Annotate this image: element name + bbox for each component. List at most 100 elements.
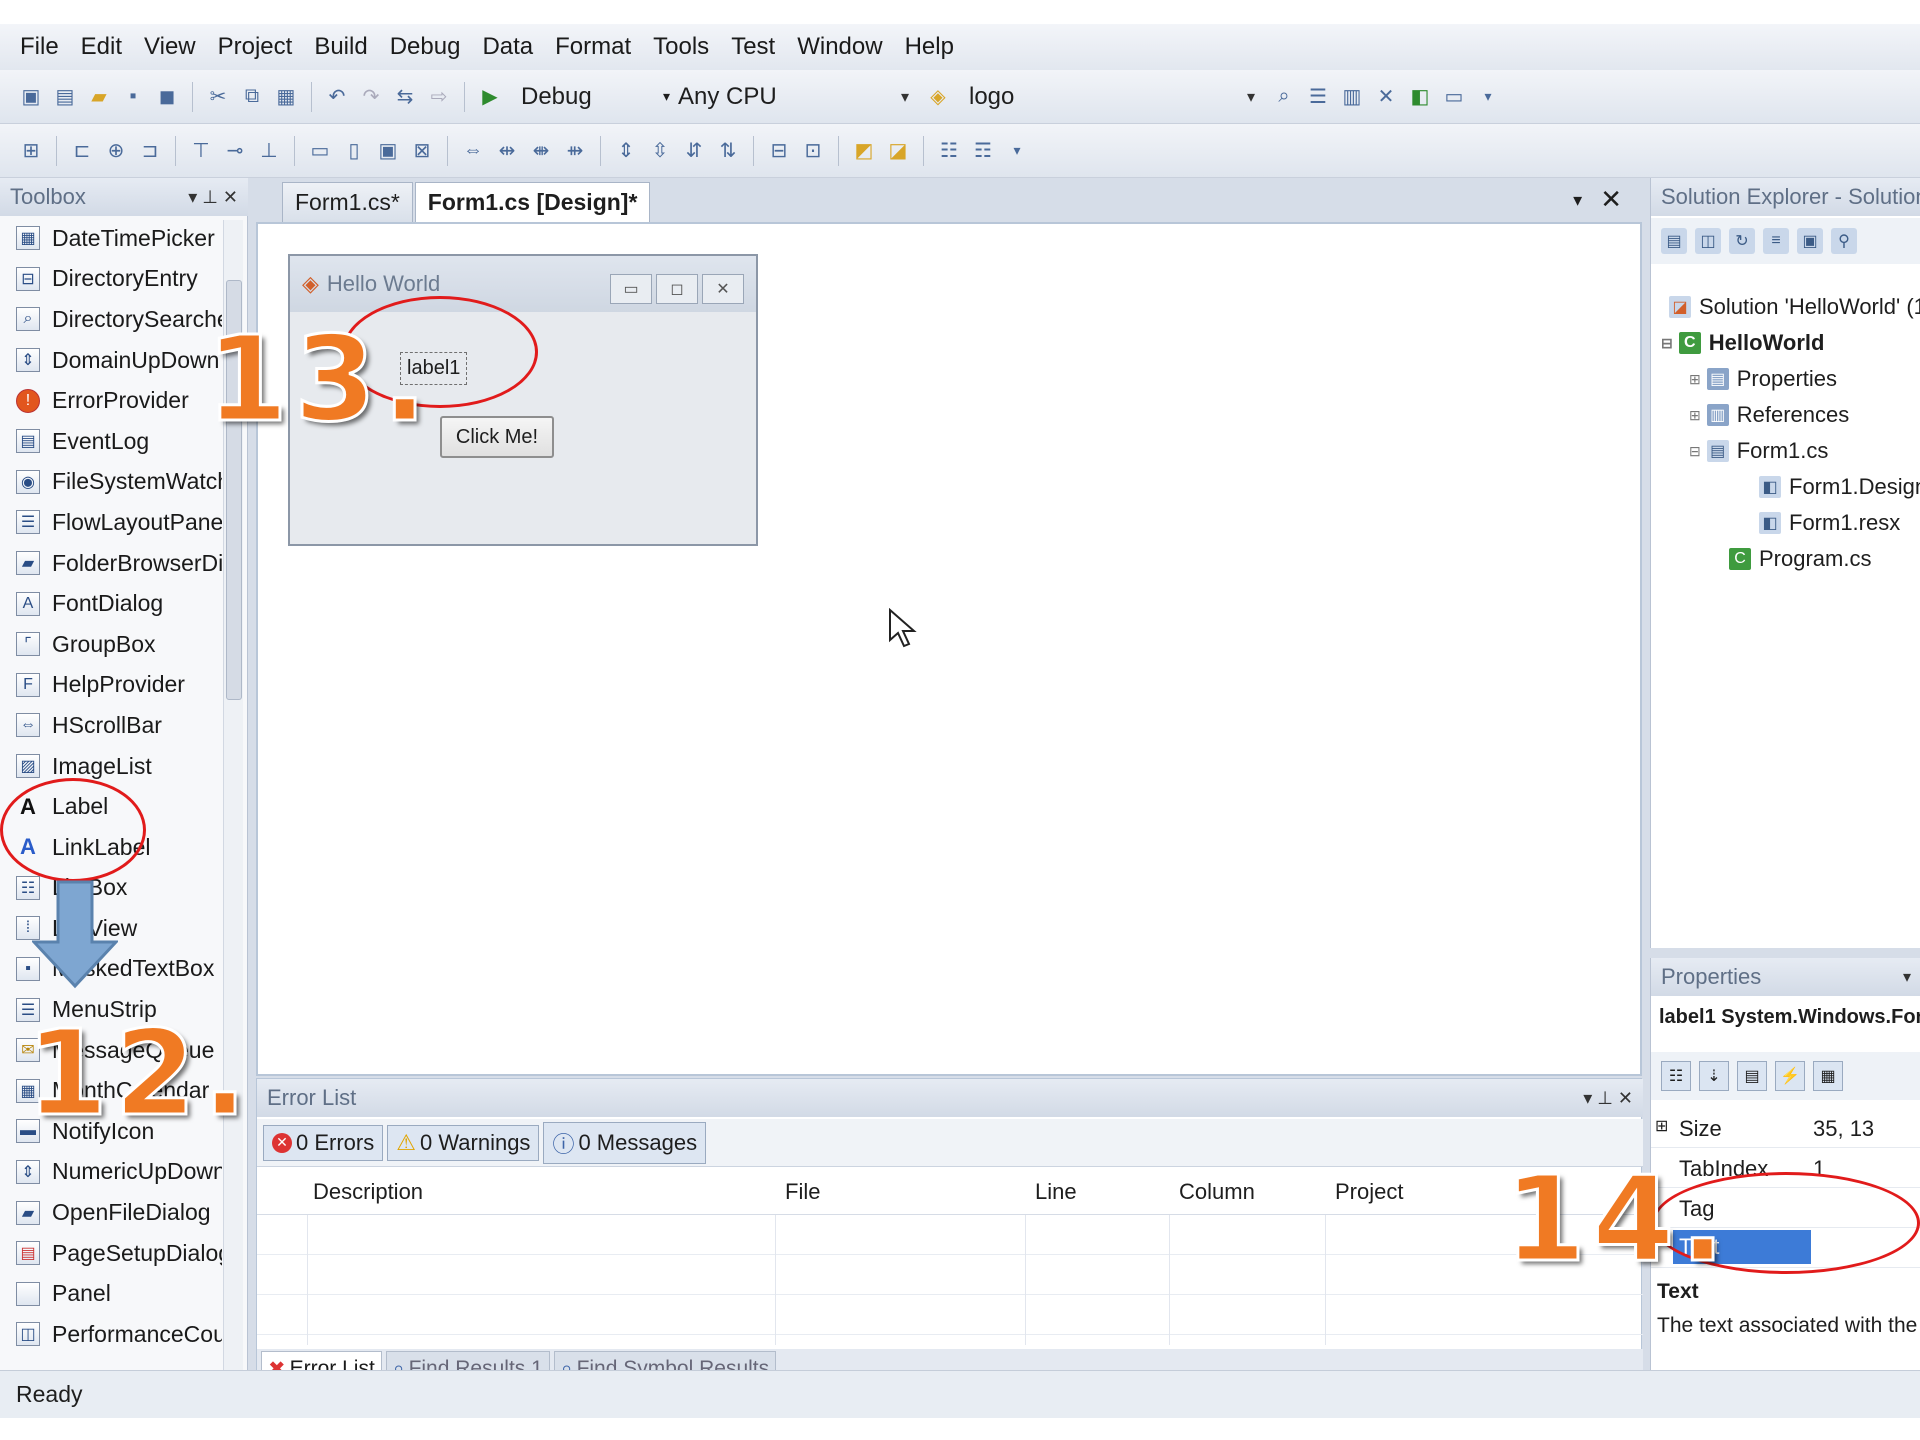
increase-spacing-icon[interactable]: ⇹	[494, 138, 520, 164]
align-bottoms-icon[interactable]: ⊥	[256, 138, 282, 164]
start-debugging-icon[interactable]: ▶	[477, 84, 503, 110]
view-code-icon[interactable]: ≡	[1763, 228, 1789, 254]
categorized-icon[interactable]: ☷	[1661, 1061, 1691, 1091]
make-same-width-icon[interactable]: ▭	[307, 138, 333, 164]
show-all-files-icon[interactable]: ◫	[1695, 228, 1721, 254]
minimize-icon[interactable]: ▭	[610, 274, 652, 304]
tree-solution[interactable]: ◪ Solution 'HelloWorld' (1 pr	[1669, 294, 1920, 320]
tree-properties[interactable]: ⊞ ▤ Properties	[1689, 366, 1837, 392]
properties-icon[interactable]: ▤	[1661, 228, 1687, 254]
lock-controls-icon[interactable]: ☶	[970, 138, 996, 164]
toolbar-options-icon[interactable]: ▾	[1004, 138, 1030, 164]
menu-debug[interactable]: Debug	[390, 33, 461, 61]
menu-format[interactable]: Format	[555, 33, 631, 61]
click-me-button[interactable]: Click Me!	[440, 416, 554, 458]
align-to-grid-icon[interactable]: ⊞	[18, 138, 44, 164]
column-line[interactable]: Line	[1035, 1179, 1077, 1205]
navigate-icon[interactable]: ⇆	[392, 84, 418, 110]
toolbox-item-helpprovider[interactable]: F HelpProvider	[0, 665, 222, 706]
properties-view-icon[interactable]: ▤	[1737, 1061, 1767, 1091]
increase-vspacing-icon[interactable]: ⇳	[647, 138, 673, 164]
selected-object[interactable]: label1 System.Windows.Forms.	[1659, 1006, 1920, 1029]
save-icon[interactable]: ▪	[120, 84, 146, 110]
menu-window[interactable]: Window	[797, 33, 882, 61]
horizontal-spacing-icon[interactable]: ⇔	[460, 138, 486, 164]
navigate-forward-icon[interactable]: ⇨	[426, 84, 452, 110]
collapse-icon[interactable]: ⊟	[1689, 443, 1701, 460]
chevron-down-icon[interactable]: ▾	[1573, 184, 1582, 215]
tab-form1-design[interactable]: Form1.cs [Design]*	[414, 182, 651, 222]
toolbox-item-openfiledialog[interactable]: ▰ OpenFileDialog	[0, 1192, 222, 1233]
align-tops-icon[interactable]: ⊤	[188, 138, 214, 164]
toolbox-item-filesystemwatcher[interactable]: ◉ FileSystemWatcher	[0, 462, 222, 503]
properties-window-icon[interactable]: ☰	[1305, 84, 1331, 110]
property-pages-icon[interactable]: ▦	[1813, 1061, 1843, 1091]
align-lefts-icon[interactable]: ⊏	[69, 138, 95, 164]
decrease-vspacing-icon[interactable]: ⇵	[681, 138, 707, 164]
cut-icon[interactable]: ✂	[205, 84, 231, 110]
find-in-files-icon[interactable]: ◈	[925, 84, 951, 110]
menu-data[interactable]: Data	[482, 33, 533, 61]
toolbar-options-icon[interactable]: ▾	[1475, 84, 1501, 110]
toolbox-item-directoryentry[interactable]: ⊟ DirectoryEntry	[0, 259, 222, 300]
toolbox-item-datetimepicker[interactable]: ▦ DateTimePicker	[0, 218, 222, 259]
window-icon[interactable]: ▭	[1441, 84, 1467, 110]
tree-program-cs[interactable]: C Program.cs	[1729, 546, 1871, 572]
toolbox-icon[interactable]: ✕	[1373, 84, 1399, 110]
errors-filter-button[interactable]: ✕ 0 Errors	[263, 1124, 384, 1161]
toolbox-item-panel[interactable]: Panel	[0, 1273, 222, 1314]
platform-combo[interactable]: ▾ Any CPU ▾	[655, 79, 915, 115]
toolbox-item-flowlayoutpanel[interactable]: ☰ FlowLayoutPanel	[0, 502, 222, 543]
send-to-back-icon[interactable]: ◪	[885, 138, 911, 164]
toolbox-item-fontdialog[interactable]: A FontDialog	[0, 583, 222, 624]
make-same-height-icon[interactable]: ▯	[341, 138, 367, 164]
toolbox-item-hscrollbar[interactable]: ⇔ HScrollBar	[0, 705, 222, 746]
events-icon[interactable]: ⚡	[1775, 1061, 1805, 1091]
make-same-size-icon[interactable]: ▣	[375, 138, 401, 164]
menu-view[interactable]: View	[144, 33, 196, 61]
menu-edit[interactable]: Edit	[81, 33, 122, 61]
toolbox-item-pagesetupdialog[interactable]: ▤ PageSetupDialog	[0, 1233, 222, 1274]
center-vertically-icon[interactable]: ⊡	[800, 138, 826, 164]
toolbox-item-errorprovider[interactable]: ! ErrorProvider	[0, 380, 222, 421]
chevron-down-icon[interactable]: ▾	[1903, 967, 1911, 987]
align-middles-icon[interactable]: ⊸	[222, 138, 248, 164]
object-browser-icon[interactable]: ▥	[1339, 84, 1365, 110]
open-file-icon[interactable]: ▰	[86, 84, 112, 110]
decrease-spacing-icon[interactable]: ⇼	[528, 138, 554, 164]
find-combo[interactable]: logo ▾	[961, 79, 1261, 115]
size-to-grid-icon[interactable]: ⊠	[409, 138, 435, 164]
collapse-icon[interactable]: ⊟	[1661, 335, 1673, 352]
remove-vspacing-icon[interactable]: ⇅	[715, 138, 741, 164]
pin-icon[interactable]: ▾ ⊥ ✕	[1583, 1088, 1633, 1109]
find-icon[interactable]: ⌕	[1271, 84, 1297, 110]
column-file[interactable]: File	[785, 1179, 820, 1205]
warnings-filter-button[interactable]: ⚠ 0 Warnings	[387, 1124, 540, 1161]
toolbox-item-groupbox[interactable]: ⌜ GroupBox	[0, 624, 222, 665]
toolbox-item-folderbrowserdialog[interactable]: ▰ FolderBrowserDia...	[0, 543, 222, 584]
tree-references[interactable]: ⊞ ▥ References	[1689, 402, 1849, 428]
align-rights-icon[interactable]: ⊐	[137, 138, 163, 164]
add-item-icon[interactable]: ▤	[52, 84, 78, 110]
remove-spacing-icon[interactable]: ⇻	[562, 138, 588, 164]
maximize-icon[interactable]: ◻	[656, 274, 698, 304]
close-icon[interactable]: ✕	[1600, 184, 1622, 215]
redo-icon[interactable]: ↷	[358, 84, 384, 110]
align-centers-icon[interactable]: ⊕	[103, 138, 129, 164]
toolbox-item-imagelist[interactable]: ▨ ImageList	[0, 746, 222, 787]
toolbox-item-domainupdown[interactable]: ⇕ DomainUpDown	[0, 340, 222, 381]
save-all-icon[interactable]: ◼	[154, 84, 180, 110]
toolbox-item-numericupdown[interactable]: ⇕ NumericUpDown	[0, 1152, 222, 1193]
column-column[interactable]: Column	[1179, 1179, 1255, 1205]
tab-form1-code[interactable]: Form1.cs*	[282, 182, 413, 222]
undo-icon[interactable]: ↶	[324, 84, 350, 110]
tab-order-icon[interactable]: ☷	[936, 138, 962, 164]
menu-file[interactable]: File	[20, 33, 59, 61]
tree-form1-cs[interactable]: ⊟ ▤ Form1.cs	[1689, 438, 1828, 464]
toolbox-item-eventlog[interactable]: ▤ EventLog	[0, 421, 222, 462]
expand-icon[interactable]: ⊞	[1689, 407, 1701, 424]
menu-help[interactable]: Help	[905, 33, 954, 61]
center-horizontally-icon[interactable]: ⊟	[766, 138, 792, 164]
tree-project-helloworld[interactable]: ⊟ C HelloWorld	[1661, 330, 1824, 356]
tree-form1-resx[interactable]: ◧ Form1.resx	[1759, 510, 1900, 536]
